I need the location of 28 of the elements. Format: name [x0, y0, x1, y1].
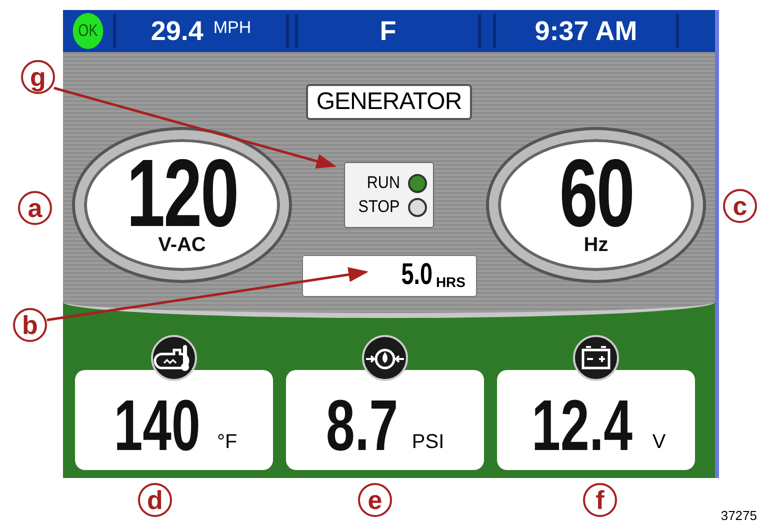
hours-unit: HRS: [436, 274, 466, 290]
speed-unit: MPH: [213, 18, 252, 38]
callout-label: b: [13, 308, 47, 342]
hours-value: 5.0: [401, 260, 433, 290]
callout-label: d: [138, 483, 172, 517]
callout-label: f: [583, 483, 617, 517]
status-label: RUN: [367, 173, 400, 193]
gauge-value: 12.4: [532, 394, 633, 458]
gauge-unit: PSI: [412, 431, 444, 454]
frequency-value: 60: [559, 152, 633, 234]
status-label: STOP: [358, 197, 400, 217]
gauge-value: 8.7: [326, 394, 398, 458]
center-field: F: [295, 14, 481, 48]
voltage-value: 120: [126, 152, 238, 234]
frequency-unit: Hz: [584, 234, 608, 258]
gauge-unit: °F: [216, 431, 238, 454]
figure-number: 37275: [720, 508, 757, 522]
gauge-value: 140: [114, 394, 200, 458]
callout-label: a: [18, 191, 52, 225]
gauge-unit: V: [652, 431, 666, 454]
callout-label: c: [723, 189, 757, 223]
callout-label: g: [21, 60, 55, 94]
clock-field: 9:37 AM: [493, 14, 679, 48]
callout-label: e: [358, 483, 392, 517]
voltage-unit: V-AC: [158, 234, 206, 258]
speed-value: 29.4: [150, 16, 204, 46]
ok-badge: OK: [72, 13, 104, 49]
panel-title: GENERATOR: [306, 84, 472, 120]
